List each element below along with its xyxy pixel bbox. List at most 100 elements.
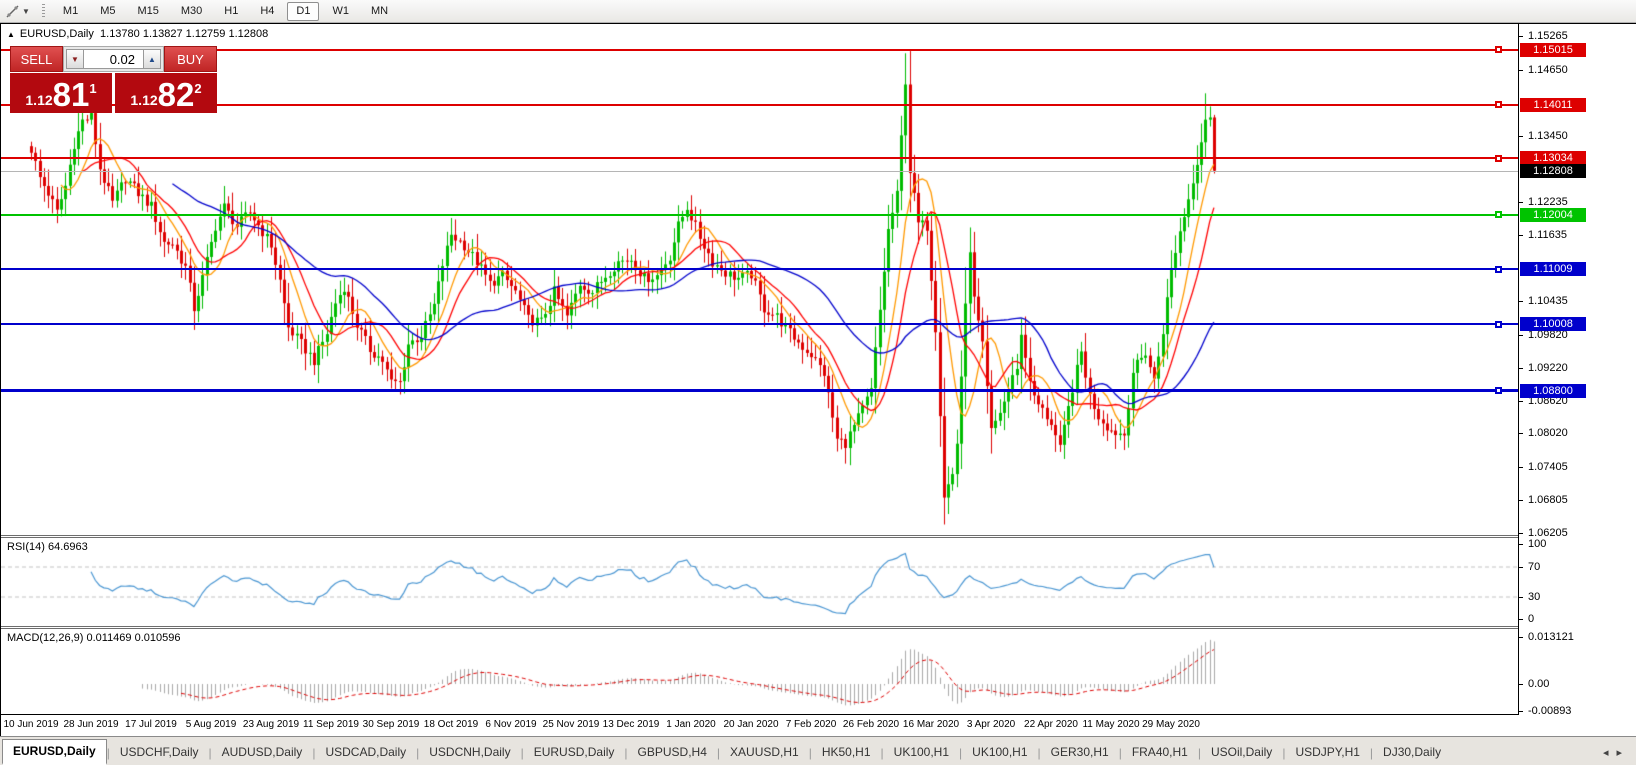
chevron-down-icon[interactable]: ▼ [22,7,30,16]
level-anchor-marker[interactable] [1495,387,1502,394]
toolbar-grip-handle[interactable] [41,3,45,19]
date-axis-label: 17 Jul 2019 [125,719,177,730]
macd-label: MACD(12,26,9) 0.011469 0.010596 [7,632,181,644]
symbol-tab-GBPUSD-H4[interactable]: GBPUSD,H4 [628,741,717,765]
symbol-tab-USDJPY-H1[interactable]: USDJPY,H1 [1285,741,1369,765]
tab-scroll-left-icon[interactable]: ◂ [1603,747,1617,759]
price-level-label: 1.13034 [1520,151,1586,165]
price-level-label: 1.15015 [1520,43,1586,57]
price-tick-label: 1.14650 [1528,64,1568,76]
date-axis-label: 3 Apr 2020 [966,719,1016,730]
symbol-tab-USDCNH-Daily[interactable]: USDCNH,Daily [419,741,520,765]
buy-price-quote[interactable]: 1.12 82 2 [115,73,217,113]
price-tick-label: 1.07405 [1528,461,1568,473]
chart-window: ▲ EURUSD,Daily 1.13780 1.13827 1.12759 1.… [0,23,1636,736]
chart-symbol-label: EURUSD,Daily [19,28,94,40]
price-axis-border [1518,24,1519,715]
timeframe-button-H4[interactable]: H4 [251,2,283,21]
volume-increase-button[interactable]: ▲ [143,49,161,69]
date-axis-label: 28 Jun 2019 [63,719,119,730]
price-level-label: 1.08800 [1520,384,1586,398]
rsi-indicator-canvas[interactable] [1,536,1518,628]
timeframe-button-H1[interactable]: H1 [215,2,247,21]
sell-price-quote[interactable]: 1.12 81 1 [10,73,112,113]
crosshair-tool-icon [6,4,19,18]
sell-button[interactable]: SELL [10,46,63,72]
volume-decrease-button[interactable]: ▼ [66,49,84,69]
tab-scroll-arrows: ◂▸ [1603,746,1630,759]
symbol-tab-USOil-Daily[interactable]: USOil,Daily [1201,741,1282,765]
price-level-line-1.10008[interactable] [1,323,1518,325]
symbol-tab-UK100-H1[interactable]: UK100,H1 [884,741,959,765]
rsi-panel-separator[interactable] [1,535,1518,538]
price-level-line-1.14011[interactable] [1,104,1518,106]
price-tick-mark [1518,500,1523,501]
crosshair-tool-button[interactable]: ▼ [2,1,33,21]
date-axis-line [1,714,1518,715]
price-level-line-1.13034[interactable] [1,157,1518,159]
symbol-tab-USDCAD-Daily[interactable]: USDCAD,Daily [315,741,416,765]
tab-scroll-right-icon[interactable]: ▸ [1616,747,1630,759]
date-axis-label: 6 Nov 2019 [485,719,537,730]
level-anchor-marker[interactable] [1495,101,1502,108]
triangle-up-icon[interactable]: ▲ [7,30,15,39]
volume-input[interactable] [84,49,143,69]
timeframe-button-M30[interactable]: M30 [172,2,211,21]
level-anchor-marker[interactable] [1495,266,1502,273]
symbol-tab-XAUUSD-H1[interactable]: XAUUSD,H1 [720,741,809,765]
timeframe-button-W1[interactable]: W1 [323,2,358,21]
level-anchor-marker[interactable] [1495,321,1502,328]
price-level-line-1.08800[interactable] [1,389,1518,392]
macd-indicator-canvas[interactable] [1,628,1518,715]
price-level-line-1.11009[interactable] [1,268,1518,270]
price-tick-mark [1518,36,1523,37]
date-axis-label: 22 Apr 2020 [1024,719,1078,730]
rsi-tick-label: 30 [1528,591,1541,603]
price-tick-mark [1518,467,1523,468]
symbol-tab-GER30-H1[interactable]: GER30,H1 [1041,741,1119,765]
buy-price-pips: 82 [157,76,195,113]
rsi-label: RSI(14) 64.6963 [7,541,88,553]
date-axis-label: 7 Feb 2020 [785,719,837,730]
macd-panel-separator[interactable] [1,626,1518,629]
price-tick-label: 1.08020 [1528,427,1568,439]
date-axis-label: 20 Jan 2020 [723,719,779,730]
price-level-line-1.15015[interactable] [1,49,1518,51]
level-anchor-marker[interactable] [1495,46,1502,53]
date-axis-label: 11 May 2020 [1082,719,1140,730]
timeframe-button-MN[interactable]: MN [362,2,397,21]
symbol-tab-EURUSD-Daily[interactable]: EURUSD,Daily [524,741,625,765]
sell-price-pips: 81 [52,76,90,113]
symbol-tab-UK100-H1[interactable]: UK100,H1 [962,741,1037,765]
level-anchor-marker[interactable] [1495,155,1502,162]
timeframe-button-M5[interactable]: M5 [91,2,124,21]
macd-tick-label: -0.00893 [1528,705,1572,717]
symbol-tab-AUDUSD-Daily[interactable]: AUDUSD,Daily [212,741,313,765]
timeframe-button-D1[interactable]: D1 [287,1,320,21]
top-toolbar: ▼ M1 M5 M15 M30 H1 H4 D1 W1 MN [0,0,1636,23]
rsi-tick-mark [1518,567,1523,568]
price-level-label: 1.12004 [1520,208,1586,222]
timeframe-button-M15[interactable]: M15 [128,2,167,21]
symbol-tab-USDCHF-Daily[interactable]: USDCHF,Daily [110,741,209,765]
one-click-trading-panel: SELL ▼ ▲ BUY 1.12811 1.12822 [10,46,217,131]
symbol-tab-EURUSD-Daily[interactable]: EURUSD,Daily [2,739,107,765]
date-axis-label: 16 Mar 2020 [902,719,960,730]
symbol-tab-FRA40-H1[interactable]: FRA40,H1 [1122,741,1198,765]
symbol-tab-HK50-H1[interactable]: HK50,H1 [812,741,881,765]
chart-ohlc-values: 1.13780 1.13827 1.12759 1.12808 [100,28,269,40]
timeframe-button-row: M1 M5 M15 M30 H1 H4 D1 W1 MN [52,1,399,21]
level-anchor-marker[interactable] [1495,211,1502,218]
buy-button[interactable]: BUY [164,46,217,72]
symbol-tab-DJ30-Daily[interactable]: DJ30,Daily [1373,741,1451,765]
price-tick-label: 1.13450 [1528,130,1568,142]
price-tick-mark [1518,368,1523,369]
rsi-tick-mark [1518,544,1523,545]
rsi-tick-label: 100 [1528,538,1547,550]
macd-tick-mark [1518,684,1523,685]
price-chart-canvas[interactable] [1,24,1518,536]
timeframe-button-M1[interactable]: M1 [54,2,87,21]
price-level-label: 1.14011 [1520,98,1586,112]
price-level-line-1.12004[interactable] [1,214,1518,216]
chart-tabs-bar: EURUSD,Daily | USDCHF,Daily | AUDUSD,Daily | U… [0,736,1636,765]
